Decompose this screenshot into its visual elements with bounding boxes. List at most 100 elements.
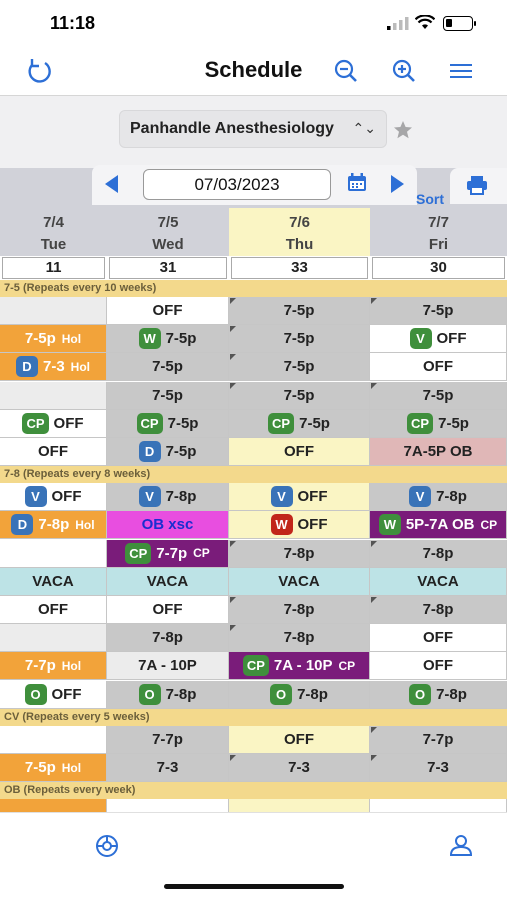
shift-cell[interactable]: OFF [370, 652, 507, 681]
shift-cell[interactable]: 7-8p [229, 596, 370, 624]
schedule-settings-icon[interactable] [94, 833, 120, 859]
shift-cell[interactable]: V OFF [229, 483, 370, 512]
shift-cell[interactable]: 7-8p [370, 539, 507, 568]
shift-cell[interactable]: 7-3 [370, 754, 507, 782]
zoom-in-icon[interactable] [389, 56, 419, 86]
shift-cell[interactable] [370, 799, 507, 812]
shift-cell[interactable]: V 7-8p [370, 483, 507, 512]
shift-cell[interactable]: CP 7-5p [370, 409, 507, 438]
shift-cell[interactable]: CP 7A - 10P CP [229, 652, 370, 681]
shift-cell[interactable] [0, 381, 107, 410]
org-selector[interactable]: Panhandle Anesthesiology ⌃⌄ [119, 110, 387, 148]
shift-cell[interactable]: 7-3 [107, 754, 229, 782]
shift-cell[interactable]: W OFF [229, 511, 370, 540]
shift-cell[interactable]: 7-8p [229, 624, 370, 653]
shift-cell[interactable]: W 7-5p [107, 325, 229, 354]
shift-cell[interactable]: 7-7p [107, 725, 229, 754]
shift-cell[interactable]: 7-5p [370, 297, 507, 325]
shift-cell[interactable] [0, 297, 107, 325]
shift-cell[interactable]: O 7-8p [370, 680, 507, 709]
shift-cell[interactable]: OFF [229, 438, 370, 466]
shift-label: 7-8p [165, 685, 197, 703]
shift-cell[interactable]: OFF [370, 624, 507, 653]
shift-cell[interactable]: CP 7-7p CP [107, 539, 229, 568]
shift-cell[interactable]: CP OFF [0, 409, 107, 438]
shift-cell[interactable]: O 7-8p [229, 680, 370, 709]
shift-cell[interactable]: VACA [370, 567, 507, 596]
previous-week-icon[interactable] [105, 175, 118, 193]
shift-cell[interactable]: 7-5p [107, 381, 229, 410]
shift-cell[interactable]: 7-5p [107, 353, 229, 382]
shift-badge: CP [242, 655, 269, 677]
shift-cell[interactable]: O 7-8p [107, 680, 229, 709]
shift-cell[interactable]: VACA [0, 567, 107, 596]
shift-cell[interactable]: 7-5p [229, 297, 370, 325]
profile-icon[interactable] [449, 833, 473, 857]
shift-badge: W [138, 328, 161, 350]
shift-cell[interactable]: VACA [229, 567, 370, 596]
shift-cell[interactable]: OB xsc [107, 511, 229, 540]
shift-label: 7-8p [436, 685, 467, 703]
shift-label: 7A - 10P [273, 657, 333, 675]
shift-cell[interactable]: 7A-5P OB [370, 438, 507, 466]
date-field[interactable]: 07/03/2023 [143, 169, 331, 200]
shift-badge: V [24, 486, 47, 508]
day-header[interactable]: 7/5 Wed [107, 208, 229, 256]
shift-cell[interactable] [0, 799, 107, 812]
shift-cell[interactable]: V OFF [0, 483, 107, 512]
next-week-icon[interactable] [391, 175, 404, 193]
shift-label: 7-3 [427, 759, 449, 776]
shift-badge: CP [407, 412, 434, 434]
shift-cell[interactable]: OFF [0, 596, 107, 624]
shift-cell[interactable]: 7-8p [107, 624, 229, 653]
shift-badge: V [409, 328, 432, 350]
shift-cell[interactable]: CP 7-5p [229, 409, 370, 438]
day-header[interactable]: 7/4 Tue [0, 208, 107, 256]
shift-cell[interactable]: 7A - 10P [107, 652, 229, 681]
shift-cell[interactable] [229, 799, 370, 812]
shift-cell[interactable]: W 5P-7A OB CP [370, 511, 507, 540]
shift-cell[interactable]: D 7-3 Hol [0, 353, 107, 382]
shift-cell[interactable]: OFF [370, 353, 507, 382]
sort-button[interactable]: Sort [416, 191, 444, 207]
shift-cell[interactable]: 7-8p [229, 539, 370, 568]
shift-cell[interactable]: 7-5p [229, 325, 370, 354]
shift-cell[interactable] [0, 539, 107, 568]
shift-cell[interactable]: 7-8p [370, 596, 507, 624]
shift-cell[interactable]: 7-5p [229, 353, 370, 382]
menu-icon[interactable] [446, 56, 476, 86]
day-header[interactable]: 7/7 Fri [370, 208, 507, 256]
shift-cell[interactable]: OFF [0, 438, 107, 466]
calendar-icon[interactable] [347, 172, 367, 192]
shift-cell[interactable]: 7-5p [229, 381, 370, 410]
shift-label: 7-3 [42, 358, 65, 376]
shift-cell[interactable]: D 7-8p Hol [0, 511, 107, 540]
note-marker-icon [230, 326, 236, 333]
shift-cell[interactable]: 7-5p [370, 381, 507, 410]
chevron-updown-icon: ⌃⌄ [352, 120, 376, 136]
shift-cell[interactable]: OFF [229, 725, 370, 754]
shift-cell[interactable]: 7-5p Hol [0, 754, 107, 782]
shift-cell[interactable]: CP 7-5p [107, 409, 229, 438]
shift-cell[interactable]: 7-7p Hol [0, 652, 107, 681]
zoom-out-icon[interactable] [331, 56, 361, 86]
shift-cell[interactable] [107, 799, 229, 812]
shift-cell[interactable]: V OFF [370, 325, 507, 354]
print-icon[interactable] [466, 175, 488, 195]
shift-cell[interactable]: 7-7p [370, 725, 507, 754]
shift-cell[interactable] [0, 624, 107, 653]
day-header[interactable]: 7/6 Thu [229, 208, 370, 256]
shift-cell[interactable] [0, 725, 107, 754]
shift-cell[interactable]: D 7-5p [107, 438, 229, 466]
shift-label: OFF [38, 443, 68, 460]
shift-cell[interactable]: O OFF [0, 680, 107, 709]
shift-cell[interactable]: OFF [107, 297, 229, 325]
shift-cell[interactable]: VACA [107, 567, 229, 596]
favorite-star-icon[interactable] [393, 120, 413, 140]
shift-label: OFF [423, 657, 453, 675]
shift-label: 7-5p [299, 414, 330, 432]
shift-cell[interactable]: 7-3 [229, 754, 370, 782]
shift-cell[interactable]: V 7-8p [107, 483, 229, 512]
shift-cell[interactable]: OFF [107, 596, 229, 624]
shift-cell[interactable]: 7-5p Hol [0, 325, 107, 354]
